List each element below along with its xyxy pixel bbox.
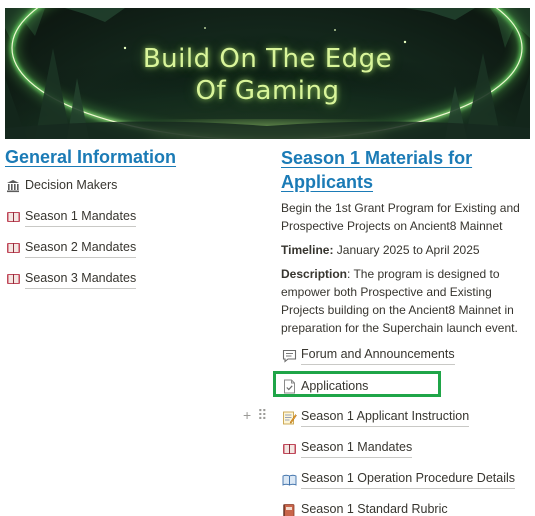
speech-bubble-icon xyxy=(281,348,297,364)
link-label: Season 1 Operation Procedure Details xyxy=(301,470,516,489)
bank-icon xyxy=(5,178,21,194)
link-season-1-standard-rubric[interactable]: Season 1 Standard Rubric xyxy=(281,498,531,516)
link-label: Season 1 Mandates xyxy=(25,208,137,227)
link-forum-and-announcements[interactable]: Forum and Announcements xyxy=(281,343,531,368)
link-label: Season 2 Mandates xyxy=(25,239,137,258)
heading-line2: Applicants xyxy=(281,172,374,192)
link-label: Applications xyxy=(301,378,369,393)
link-label: Season 3 Mandates xyxy=(25,270,137,289)
book-icon xyxy=(5,240,21,256)
link-season-1-applicant-instruction[interactable]: + ⠿ Season 1 Applicant Instruction xyxy=(243,405,531,430)
link-decision-makers[interactable]: Decision Makers xyxy=(5,174,245,198)
cover-banner: Build On The Edge Of Gaming xyxy=(5,8,530,139)
link-season-1-mandates[interactable]: Season 1 Mandates xyxy=(5,205,245,229)
notebook-icon xyxy=(281,503,297,516)
link-applications[interactable]: Applications xyxy=(273,371,531,399)
link-season-1-mandates-materials[interactable]: Season 1 Mandates xyxy=(281,436,531,461)
general-information-column: General Information Decision Makers Seas… xyxy=(5,146,245,291)
general-information-heading[interactable]: General Information xyxy=(5,146,245,168)
intro-text: Begin the 1st Grant Program for Existing… xyxy=(281,201,520,233)
book-icon xyxy=(5,209,21,225)
timeline-label: Timeline: xyxy=(281,243,334,257)
book-icon xyxy=(281,441,297,457)
block-handles: + ⠿ xyxy=(243,407,267,423)
open-book-icon xyxy=(281,472,297,488)
add-block-icon[interactable]: + xyxy=(243,407,251,423)
timeline-value: January 2025 to April 2025 xyxy=(333,243,480,257)
link-season-1-operation-procedure-details[interactable]: Season 1 Operation Procedure Details xyxy=(281,467,531,492)
book-icon xyxy=(5,271,21,287)
link-label: Season 1 Mandates xyxy=(301,439,413,458)
season-1-materials-heading[interactable]: Season 1 Materials for Applicants xyxy=(281,146,531,194)
season-1-materials-column: Season 1 Materials for Applicants Begin … xyxy=(243,146,531,516)
heading-line1: Season 1 Materials for xyxy=(281,148,473,168)
notion-page: Build On The Edge Of Gaming General Info… xyxy=(0,0,535,516)
drag-handle-icon[interactable]: ⠿ xyxy=(257,407,267,423)
description-label: Description xyxy=(281,267,348,281)
banner-title-line2: Of Gaming xyxy=(195,76,340,106)
link-label: Season 1 Standard Rubric xyxy=(301,501,448,516)
link-label: Season 1 Applicant Instruction xyxy=(301,408,470,427)
document-check-icon xyxy=(281,379,297,395)
memo-icon xyxy=(281,410,297,426)
timeline-text: Timeline: January 2025 to April 2025 xyxy=(281,241,531,259)
link-season-3-mandates[interactable]: Season 3 Mandates xyxy=(5,267,245,291)
link-label: Forum and Announcements xyxy=(301,346,455,365)
description-text: Description: The program is designed to … xyxy=(281,265,531,337)
banner-title-line1: Build On The Edge xyxy=(142,44,393,74)
link-season-2-mandates[interactable]: Season 2 Mandates xyxy=(5,236,245,260)
materials-links: Forum and Announcements Applications + ⠿ xyxy=(243,343,531,516)
link-label: Decision Makers xyxy=(25,178,118,192)
